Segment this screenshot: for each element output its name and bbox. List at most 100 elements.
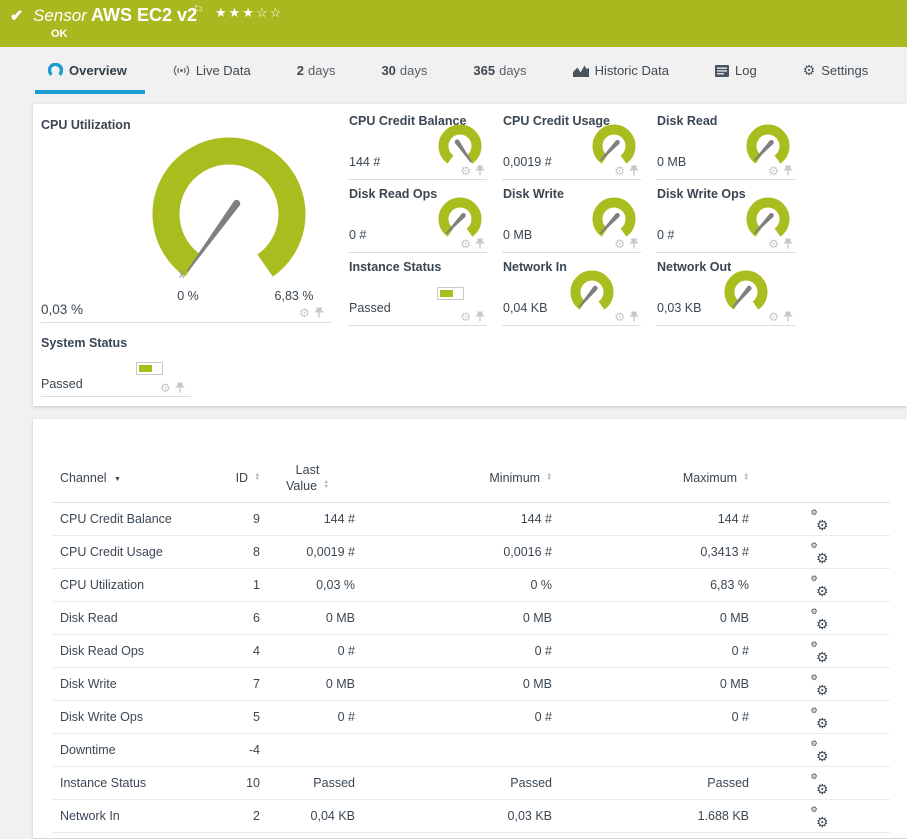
channel-settings-icon[interactable]: ⚙ ⚙ [811, 607, 829, 632]
table-row-disk-write[interactable]: Disk Write 7 0 MB 0 MB 0 MB ⚙ ⚙ [52, 668, 890, 701]
channel-settings-icon[interactable]: ⚙ ⚙ [811, 574, 829, 599]
column-header-last[interactable]: Last Value ▲ ▼ [260, 463, 355, 495]
channel-settings-icon[interactable]: ⚙ ⚙ [811, 508, 829, 533]
panel-pin-icon[interactable] [475, 311, 485, 322]
table-body: CPU Credit Balance 9 144 # 144 # 144 # ⚙… [52, 503, 890, 833]
table-row-cpu-credit-balance[interactable]: CPU Credit Balance 9 144 # 144 # 144 # ⚙… [52, 503, 890, 536]
panel-settings-gear-icon[interactable]: ⚙ [614, 238, 625, 250]
tab-overview[interactable]: Overview [35, 47, 145, 94]
cell-last-value: 144 # [323, 512, 355, 526]
table-row-downtime[interactable]: Downtime -4 ⚙ ⚙ [52, 734, 890, 767]
table-row-disk-read-ops[interactable]: Disk Read Ops 4 0 # 0 # 0 # ⚙ ⚙ [52, 635, 890, 668]
column-header-id[interactable]: ID ▲ ▼ [228, 463, 260, 495]
table-row-instance-status[interactable]: Instance Status 10 Passed Passed Passed … [52, 767, 890, 800]
column-header-channel[interactable]: Channel ▼ [52, 463, 228, 495]
panel-pin-icon[interactable] [175, 382, 185, 393]
panel-pin-icon[interactable] [783, 165, 793, 176]
panel-pin-icon[interactable] [783, 311, 793, 322]
mini-panel-cpu-credit-balance[interactable]: CPU Credit Balance 144 # ⚙ [348, 110, 487, 180]
tab-30-days[interactable]: 30 days [381, 47, 427, 94]
panel-pin-icon[interactable] [629, 311, 639, 322]
mini-gauge [724, 270, 768, 310]
column-header-max[interactable]: Maximum ▲ ▼ [552, 463, 749, 495]
tab-number: 30 [381, 63, 396, 78]
gauge-max-label: 6,83 % [274, 289, 314, 303]
panel-settings-gear-icon[interactable]: ⚙ [768, 238, 779, 250]
column-header-min[interactable]: Minimum ▲ ▼ [355, 463, 552, 495]
panel-icons: ⚙ [768, 311, 793, 323]
panel-icons: ⚙ [614, 165, 639, 177]
panel-settings-gear-icon[interactable]: ⚙ [460, 311, 471, 323]
mini-panel-cpu-credit-usage[interactable]: CPU Credit Usage 0,0019 # ⚙ [502, 110, 641, 180]
tab-365-days[interactable]: 365 days [473, 47, 526, 94]
cell-last-value: 0 MB [325, 677, 355, 691]
panel-settings-gear-icon[interactable]: ⚙ [299, 307, 310, 319]
panel-settings-gear-icon[interactable]: ⚙ [460, 165, 471, 177]
sort-desc-icon: ▼ [114, 476, 121, 483]
mini-panel-disk-read-ops[interactable]: Disk Read Ops 0 # ⚙ [348, 183, 487, 253]
channel-settings-icon[interactable]: ⚙ ⚙ [811, 805, 829, 830]
panel-settings-gear-icon[interactable]: ⚙ [614, 165, 625, 177]
panel-settings-gear-icon[interactable]: ⚙ [614, 311, 625, 323]
panel-icons: ⚙ [460, 238, 485, 250]
panel-settings-gear-icon[interactable]: ⚙ [768, 311, 779, 323]
panel-pin-icon[interactable] [475, 165, 485, 176]
tab-label: Overview [69, 63, 127, 78]
table-row-disk-write-ops[interactable]: Disk Write Ops 5 0 # 0 # 0 # ⚙ ⚙ [52, 701, 890, 734]
table-row-disk-read[interactable]: Disk Read 6 0 MB 0 MB 0 MB ⚙ ⚙ [52, 602, 890, 635]
mini-panel-network-in[interactable]: Network In 0,04 KB ⚙ [502, 256, 641, 326]
tab-number: 365 [473, 63, 496, 78]
tab-live-data[interactable]: Live Data [173, 47, 251, 94]
channel-settings-icon[interactable]: ⚙ ⚙ [811, 541, 829, 566]
panel-pin-icon[interactable] [475, 238, 485, 249]
channel-settings-icon[interactable]: ⚙ ⚙ [811, 673, 829, 698]
table-row-cpu-utilization[interactable]: CPU Utilization 1 0,03 % 0 % 6,83 % ⚙ ⚙ [52, 569, 890, 602]
table-row-network-in[interactable]: Network In 2 0,04 KB 0,03 KB 1.688 KB ⚙ … [52, 800, 890, 833]
table-header-row: Channel ▼ ID ▲ ▼ Last Value ▲ ▼ Minimum ▲ ▼ Maxi… [52, 463, 890, 495]
mini-panel-instance-status[interactable]: Instance Status Passed ⚙ [348, 256, 487, 326]
priority-flag-icon[interactable]: ⚐ [193, 3, 204, 17]
mini-panel-title: Disk Read Ops [349, 187, 438, 201]
priority-stars[interactable]: ★★★☆☆ [215, 5, 283, 21]
mini-panel-network-out[interactable]: Network Out 0,03 KB ⚙ [656, 256, 795, 326]
main-gauge-title: CPU Utilization [41, 118, 131, 132]
mini-gauge [592, 124, 636, 164]
mini-panel-value: 0,0019 # [503, 155, 552, 169]
tab-number: 2 [296, 63, 304, 78]
mini-panel-disk-write-ops[interactable]: Disk Write Ops 0 # ⚙ [656, 183, 795, 253]
channel-settings-icon[interactable]: ⚙ ⚙ [811, 640, 829, 665]
table-row-cpu-credit-usage[interactable]: CPU Credit Usage 8 0,0019 # 0,0016 # 0,3… [52, 536, 890, 569]
cell-last-value: 0,03 % [316, 578, 355, 592]
tab-log[interactable]: Log [714, 47, 757, 94]
panel-pin-icon[interactable] [629, 165, 639, 176]
cell-id: 10 [246, 776, 260, 790]
cell-last-value: 0 # [337, 644, 355, 658]
mini-panel-disk-write[interactable]: Disk Write 0 MB ⚙ [502, 183, 641, 253]
panel-settings-gear-icon[interactable]: ⚙ [160, 382, 171, 394]
sort-icon: ▲ ▼ [743, 471, 749, 482]
cell-last-value: 0 MB [325, 611, 355, 625]
cell-channel: CPU Utilization [60, 578, 145, 592]
panel-pin-icon[interactable] [629, 238, 639, 249]
channel-settings-icon[interactable]: ⚙ ⚙ [811, 772, 829, 797]
panel-pin-icon[interactable] [314, 307, 324, 318]
channel-settings-icon[interactable]: ⚙ ⚙ [811, 739, 829, 764]
log-icon [714, 64, 729, 77]
cell-minimum: 0 MB [522, 611, 552, 625]
tab-2-days[interactable]: 2 days [297, 47, 336, 94]
channel-settings-icon[interactable]: ⚙ ⚙ [811, 706, 829, 731]
panel-settings-gear-icon[interactable]: ⚙ [460, 238, 471, 250]
mini-panel-value: Passed [349, 301, 391, 315]
settings-icon: ⚙ [802, 62, 816, 78]
tab-settings[interactable]: ⚙ Settings [803, 47, 869, 94]
cell-minimum: 0 # [534, 644, 552, 658]
cell-minimum: 0 % [530, 578, 552, 592]
tab-label: days [399, 63, 428, 78]
panel-pin-icon[interactable] [783, 238, 793, 249]
chart-icon [572, 65, 589, 77]
panel-divider [41, 396, 191, 397]
panel-icons: ⚙ [460, 311, 485, 323]
panel-settings-gear-icon[interactable]: ⚙ [768, 165, 779, 177]
tab-historic-data[interactable]: Historic Data [572, 47, 669, 94]
mini-panel-disk-read[interactable]: Disk Read 0 MB ⚙ [656, 110, 795, 180]
